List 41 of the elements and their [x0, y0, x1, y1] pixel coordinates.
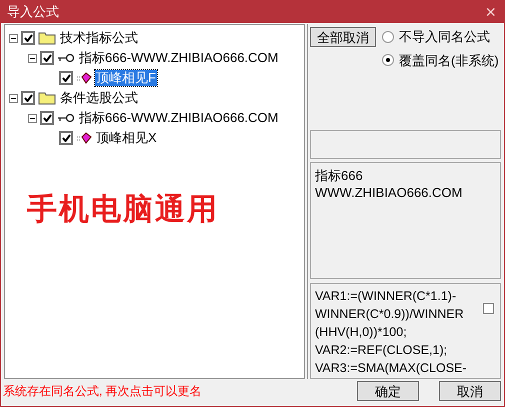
tree-item[interactable]: 技术指标公式	[59, 30, 139, 46]
gem-icon	[76, 72, 92, 84]
description-line: WWW.ZHIBIAO666.COM	[315, 184, 464, 201]
folder-icon	[38, 31, 56, 45]
code-line: WINNER(C*0.9))/WINNER	[315, 306, 465, 323]
expand-toggle[interactable]	[28, 114, 37, 122]
tree-item[interactable]: 顶峰相见X	[95, 130, 158, 146]
close-button[interactable]: ×	[483, 3, 498, 21]
checkbox[interactable]	[21, 31, 35, 45]
radio-button[interactable]	[382, 54, 394, 66]
description-line: 指标666	[315, 167, 364, 184]
expand-toggle[interactable]	[9, 34, 18, 42]
checkbox[interactable]	[59, 131, 73, 145]
code-line: VAR3:=SMA(MAX(CLOSE-	[315, 360, 467, 377]
folder-icon	[38, 91, 56, 105]
overlay-text: 手机电脑通用	[27, 192, 219, 228]
key-icon	[57, 113, 75, 123]
checkbox[interactable]	[40, 111, 54, 125]
checkbox[interactable]	[40, 51, 54, 65]
tree-item[interactable]: 顶峰相见F	[95, 70, 157, 86]
expand-toggle[interactable]	[9, 94, 18, 102]
status-message: 系统存在同名公式, 再次点击可以更名	[3, 383, 202, 400]
gem-icon	[76, 132, 92, 144]
code-line: (HHV(H,0))*100;	[315, 324, 408, 341]
radio-button[interactable]	[382, 30, 394, 43]
code-line: VAR1:=(WINNER(C*1.1)-	[315, 288, 458, 305]
ok-button[interactable]: 确定	[357, 381, 419, 401]
cancel-all-button[interactable]: 全部取消	[310, 27, 376, 47]
window-title: 导入公式	[7, 3, 59, 22]
tree-item[interactable]: 条件选股公式	[59, 90, 139, 106]
expand-toggle[interactable]	[28, 54, 37, 62]
radio-label: 覆盖同名(非系统)	[399, 52, 499, 70]
key-icon	[57, 53, 75, 63]
cancel-button[interactable]: 取消	[439, 381, 501, 401]
checkbox[interactable]	[483, 303, 494, 314]
checkbox[interactable]	[21, 91, 35, 105]
radio-label: 不导入同名公式	[399, 28, 490, 46]
tree-item[interactable]: 指标666-WWW.ZHIBIAO666.COM	[78, 110, 280, 126]
code-line: VAR2:=REF(CLOSE,1);	[315, 342, 448, 359]
checkbox[interactable]	[59, 71, 73, 85]
tree-item[interactable]: 指标666-WWW.ZHIBIAO666.COM	[78, 50, 280, 66]
